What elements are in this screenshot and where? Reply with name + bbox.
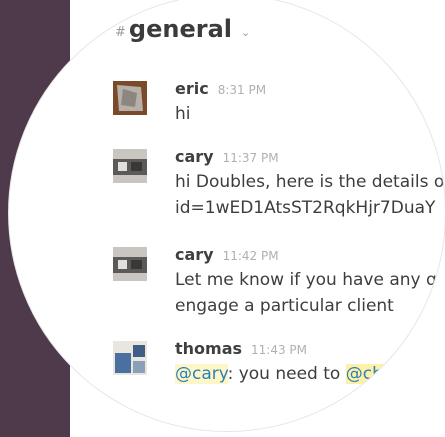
message-timestamp[interactable]: 11:37 PM <box>223 151 279 165</box>
avatar[interactable] <box>113 81 147 115</box>
message-timestamp[interactable]: 8:31 PM <box>218 83 266 97</box>
hash-icon: # <box>115 24 126 40</box>
chevron-down-icon[interactable]: ⌄ <box>241 26 250 39</box>
channel-name[interactable]: general <box>129 15 232 43</box>
magnifier-lens: # general ⌄ eric 8:31 PM hi cary 11:37 P… <box>8 0 445 432</box>
message-timestamp[interactable]: 11:42 PM <box>223 249 279 263</box>
message-timestamp[interactable]: 11:43 PM <box>251 343 307 357</box>
message-text: @cary: you need to @cha <box>175 364 445 384</box>
highlighted-mention[interactable]: @cha <box>345 364 394 384</box>
message-author[interactable]: cary <box>175 245 214 264</box>
message-author[interactable]: cary <box>175 147 214 166</box>
channel-header: # general ⌄ <box>115 15 250 43</box>
message-text: Let me know if you have any que <box>175 270 445 290</box>
message-text: hi Doubles, here is the details on <box>175 172 445 192</box>
message-text-part: : you need to <box>227 364 346 384</box>
message-author[interactable]: thomas <box>175 339 242 358</box>
message-text: engage a particular client <box>175 296 394 316</box>
avatar[interactable] <box>113 149 147 183</box>
user-mention[interactable]: @cary <box>175 364 228 384</box>
message-text: hi <box>175 104 191 124</box>
message-text: id=1wED1AtsST2RqkHjr7DuaY <box>175 198 436 218</box>
avatar[interactable] <box>113 247 147 281</box>
message-author[interactable]: eric <box>175 79 209 98</box>
avatar[interactable] <box>113 341 147 375</box>
